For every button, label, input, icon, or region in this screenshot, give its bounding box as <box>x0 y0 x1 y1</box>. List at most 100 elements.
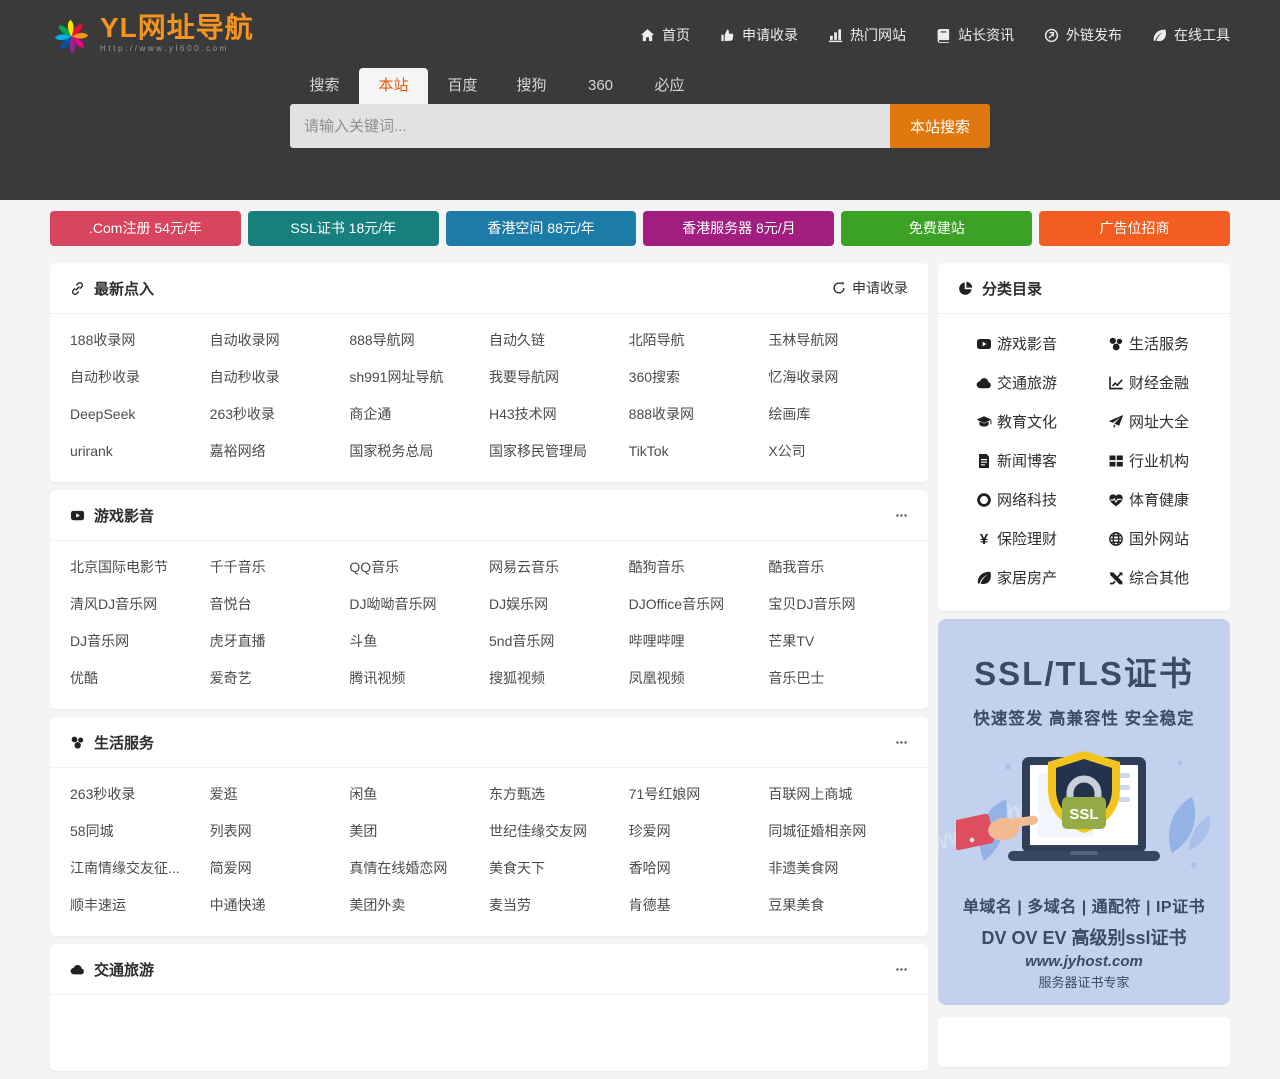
site-link[interactable]: 国家税务总局 <box>349 433 489 470</box>
site-link[interactable]: 酷狗音乐 <box>629 549 769 586</box>
site-link[interactable]: 音乐巴士 <box>768 660 908 697</box>
search-tab[interactable]: 必应 <box>635 68 704 104</box>
site-link[interactable]: 忆海收录网 <box>768 359 908 396</box>
site-link[interactable]: 非遗美食网 <box>768 850 908 887</box>
site-link[interactable]: 58同城 <box>70 813 210 850</box>
site-link[interactable]: 263秒收录 <box>210 396 350 433</box>
site-link[interactable]: 香哈网 <box>629 850 769 887</box>
ssl-ad-banner[interactable]: www.jyhost.com SSL/TLS证书 快速签发 高兼容性 安全稳定 <box>938 619 1230 1005</box>
site-link[interactable]: 国家移民管理局 <box>489 433 629 470</box>
site-link[interactable]: DJOffice音乐网 <box>629 586 769 623</box>
site-link[interactable]: 世纪佳缘交友网 <box>489 813 629 850</box>
search-button[interactable]: 本站搜索 <box>890 104 990 148</box>
search-input[interactable] <box>290 104 890 148</box>
site-link[interactable]: 顺丰速运 <box>70 887 210 924</box>
site-link[interactable]: 腾讯视频 <box>349 660 489 697</box>
category-link[interactable]: 国外网站 <box>1084 519 1216 558</box>
site-link[interactable]: 自动久链 <box>489 322 629 359</box>
nav-item[interactable]: 首页 <box>640 25 690 45</box>
site-link[interactable]: 爱奇艺 <box>210 660 350 697</box>
site-link[interactable]: 酷我音乐 <box>768 549 908 586</box>
category-link[interactable]: 游戏影音 <box>952 324 1084 363</box>
apply-inclusion-link[interactable]: 申请收录 <box>832 278 908 298</box>
site-link[interactable]: QQ音乐 <box>349 549 489 586</box>
search-tab[interactable]: 本站 <box>359 68 428 104</box>
site-link[interactable]: 888收录网 <box>629 396 769 433</box>
site-link[interactable]: 珍爱网 <box>629 813 769 850</box>
category-link[interactable]: 行业机构 <box>1084 441 1216 480</box>
category-link[interactable]: 家居房产 <box>952 558 1084 597</box>
site-link[interactable]: 优酷 <box>70 660 210 697</box>
site-link[interactable]: 263秒收录 <box>70 776 210 813</box>
site-link[interactable]: 美食天下 <box>489 850 629 887</box>
site-link[interactable]: 188收录网 <box>70 322 210 359</box>
search-tab[interactable]: 百度 <box>428 68 497 104</box>
site-link[interactable]: 简爱网 <box>210 850 350 887</box>
site-link[interactable]: 同城征婚相亲网 <box>768 813 908 850</box>
site-link[interactable]: 江南情缘交友征... <box>70 850 210 887</box>
site-link[interactable]: 888导航网 <box>349 322 489 359</box>
site-link[interactable]: 搜狐视频 <box>489 660 629 697</box>
site-link[interactable]: DJ音乐网 <box>70 623 210 660</box>
nav-item[interactable]: 热门网站 <box>828 25 906 45</box>
category-link[interactable]: ¥ 保险理财 <box>952 519 1084 558</box>
site-link[interactable]: DJ呦呦音乐网 <box>349 586 489 623</box>
site-link[interactable]: 自动收录网 <box>210 322 350 359</box>
site-link[interactable]: 中通快递 <box>210 887 350 924</box>
site-link[interactable]: 虎牙直播 <box>210 623 350 660</box>
category-link[interactable]: 生活服务 <box>1084 324 1216 363</box>
site-link[interactable]: sh991网址导航 <box>349 359 489 396</box>
promo-banner[interactable]: .Com注册 54元/年 <box>50 211 241 246</box>
promo-banner[interactable]: 免费建站 <box>841 211 1032 246</box>
promo-banner[interactable]: SSL证书 18元/年 <box>248 211 439 246</box>
site-link[interactable]: 哔哩哔哩 <box>629 623 769 660</box>
site-link[interactable]: 真情在线婚恋网 <box>349 850 489 887</box>
category-link[interactable]: 体育健康 <box>1084 480 1216 519</box>
search-tab[interactable]: 搜索 <box>290 68 359 104</box>
site-link[interactable]: 百联网上商城 <box>768 776 908 813</box>
site-link[interactable]: 芒果TV <box>768 623 908 660</box>
site-link[interactable]: 5nd音乐网 <box>489 623 629 660</box>
category-link[interactable]: 新闻博客 <box>952 441 1084 480</box>
site-link[interactable]: H43技术网 <box>489 396 629 433</box>
site-link[interactable]: 爱逛 <box>210 776 350 813</box>
category-link[interactable]: 财经金融 <box>1084 363 1216 402</box>
site-link[interactable]: 东方甄选 <box>489 776 629 813</box>
site-link[interactable]: X公司 <box>768 433 908 470</box>
site-logo[interactable]: YL网址导航 Http://www.yl600.com <box>50 12 254 59</box>
site-link[interactable]: 凤凰视频 <box>629 660 769 697</box>
site-link[interactable]: 宝贝DJ音乐网 <box>768 586 908 623</box>
site-link[interactable]: 北京国际电影节 <box>70 549 210 586</box>
site-link[interactable]: 豆果美食 <box>768 887 908 924</box>
site-link[interactable]: TikTok <box>629 433 769 470</box>
site-link[interactable]: urirank <box>70 433 210 470</box>
site-link[interactable]: 嘉裕网络 <box>210 433 350 470</box>
search-tab[interactable]: 360 <box>566 68 635 104</box>
site-link[interactable]: DJ娱乐网 <box>489 586 629 623</box>
site-link[interactable]: 清风DJ音乐网 <box>70 586 210 623</box>
site-link[interactable]: 列表网 <box>210 813 350 850</box>
section-more-button[interactable] <box>895 736 908 749</box>
site-link[interactable]: 商企通 <box>349 396 489 433</box>
category-link[interactable]: 交通旅游 <box>952 363 1084 402</box>
site-link[interactable]: 绘画库 <box>768 396 908 433</box>
category-link[interactable]: 综合其他 <box>1084 558 1216 597</box>
category-link[interactable]: 网址大全 <box>1084 402 1216 441</box>
site-link[interactable]: 71号红娘网 <box>629 776 769 813</box>
site-link[interactable]: 网易云音乐 <box>489 549 629 586</box>
section-more-button[interactable] <box>895 509 908 522</box>
site-link[interactable]: 美团 <box>349 813 489 850</box>
promo-banner[interactable]: 广告位招商 <box>1039 211 1230 246</box>
site-link[interactable]: 斗鱼 <box>349 623 489 660</box>
site-link[interactable]: 闲鱼 <box>349 776 489 813</box>
nav-item[interactable]: 在线工具 <box>1152 25 1230 45</box>
site-link[interactable]: 肯德基 <box>629 887 769 924</box>
site-link[interactable]: 麦当劳 <box>489 887 629 924</box>
site-link[interactable]: 自动秒收录 <box>70 359 210 396</box>
category-link[interactable]: 网络科技 <box>952 480 1084 519</box>
nav-item[interactable]: 站长资讯 <box>936 25 1014 45</box>
category-link[interactable]: 教育文化 <box>952 402 1084 441</box>
site-link[interactable]: 自动秒收录 <box>210 359 350 396</box>
site-link[interactable]: 玉林导航网 <box>768 322 908 359</box>
site-link[interactable]: 美团外卖 <box>349 887 489 924</box>
